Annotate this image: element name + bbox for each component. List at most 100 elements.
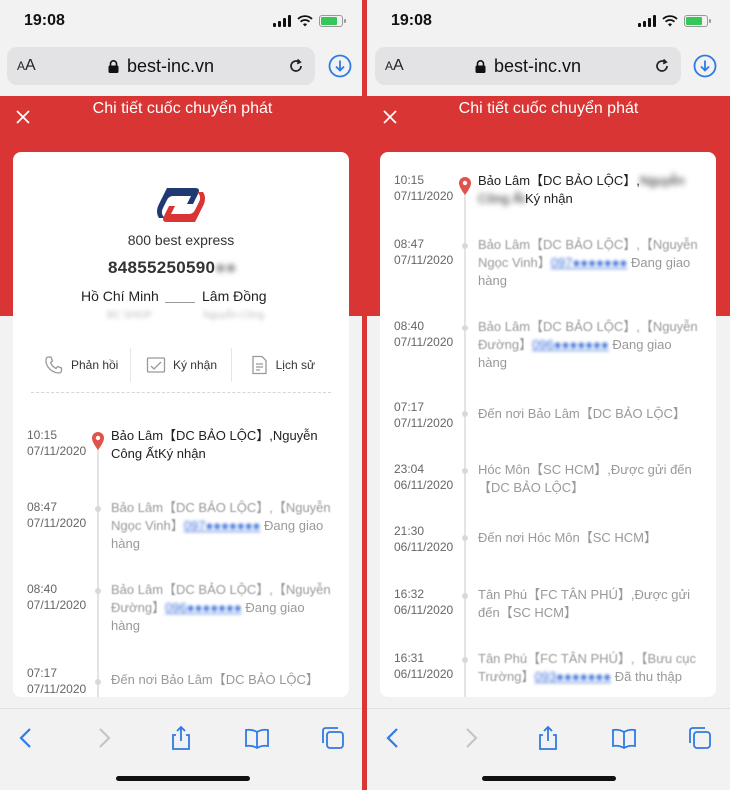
tracking-number-blurred: ●● <box>215 258 237 277</box>
bookmarks-icon[interactable] <box>611 725 637 751</box>
home-indicator[interactable] <box>481 776 616 781</box>
event-datetime: 07:17 07/11/2020 <box>394 399 456 431</box>
event-date: 07/11/2020 <box>394 189 454 203</box>
phone-screen-left: 19:08 AA best-inc.vn Chi tiết cuốc chuyể… <box>0 0 365 790</box>
event-text-main: Bảo Lâm【DC BẢO LỘC】, <box>478 173 640 188</box>
download-icon[interactable] <box>328 54 352 78</box>
event-status: Ký nhận <box>524 191 573 206</box>
event-text: Đến nơi Bảo Lâm【DC BẢO LỘC】 <box>478 406 686 421</box>
event-date: 07/11/2020 <box>394 416 454 430</box>
event-text: Bảo Lâm【DC BẢO LỘC】,【Nguyễn Ngọc Vinh】09… <box>478 236 702 290</box>
bookmarks-icon[interactable] <box>244 725 270 751</box>
phone-link[interactable]: 097●●●●●●● <box>184 518 261 533</box>
status-bar: 19:08 <box>0 0 365 44</box>
event-datetime: 21:30 06/11/2020 <box>394 523 456 555</box>
feedback-label: Phản hồi <box>70 358 119 372</box>
timeline-dot <box>95 506 101 512</box>
timeline-dot <box>95 588 101 594</box>
tabs-icon[interactable] <box>320 725 346 751</box>
event-datetime: 23:04 06/11/2020 <box>394 461 456 493</box>
home-indicator[interactable] <box>115 776 250 781</box>
tracking-number-visible: 84855250590 <box>108 258 216 277</box>
event-text: Hóc Môn【SC HCM】,Được gửi đến 【DC BẢO LỘC… <box>478 462 692 495</box>
event-time: 08:40 <box>394 319 425 333</box>
timeline-dot <box>462 468 468 474</box>
route-destination: Lâm Đồng <box>202 288 267 304</box>
url-display[interactable]: best-inc.vn <box>375 56 681 77</box>
location-pin-icon <box>92 432 104 450</box>
status-time: 19:08 <box>24 12 65 29</box>
reload-icon[interactable] <box>653 57 671 75</box>
cellular-signal-icon <box>638 15 656 27</box>
phone-link[interactable]: 096●●●●●●● <box>165 600 242 615</box>
event-time: 16:32 <box>394 587 425 601</box>
back-icon[interactable] <box>381 725 407 751</box>
event-date: 07/11/2020 <box>27 516 87 530</box>
shipment-history-card: 10:15 07/11/2020 Bảo Lâm【DC BẢO LỘC】,Nguy… <box>380 152 716 697</box>
timeline-dot <box>462 593 468 599</box>
battery-icon <box>684 15 711 27</box>
battery-icon <box>319 15 346 27</box>
feedback-button[interactable]: Phản hồi <box>31 348 132 382</box>
event-text: Tân Phú【FC TÂN PHÚ】,Được gửi đến【SC HCM】 <box>478 587 691 620</box>
history-button[interactable]: Lịch sử <box>232 348 331 382</box>
phone-link[interactable]: 096●●●●●●● <box>532 337 609 352</box>
event-datetime: 08:47 07/11/2020 <box>394 236 456 268</box>
timeline-dot <box>95 679 101 685</box>
forward-icon[interactable] <box>90 725 116 751</box>
event-text: Tân Phú【FC TÂN PHÚ】,【Bưu cục Trường】093●… <box>478 650 702 686</box>
tracking-number: 84855250590●● <box>108 258 236 278</box>
event-time: 08:47 <box>27 500 58 514</box>
page-title: Chi tiết cuốc chuyển phát <box>92 100 273 117</box>
event-time: 07:17 <box>394 400 425 414</box>
dashed-divider <box>31 392 331 393</box>
action-bar: Phản hồi Ký nhận Lịch sử <box>31 348 331 382</box>
url-text: best-inc.vn <box>126 56 215 76</box>
event-date: 07/11/2020 <box>394 253 454 267</box>
browser-toolbar <box>367 708 730 790</box>
history-label: Lịch sử <box>275 358 316 372</box>
share-icon[interactable] <box>535 725 561 751</box>
timeline-dot <box>462 657 468 663</box>
phone-icon <box>45 356 63 374</box>
status-bar: 19:08 <box>367 0 730 44</box>
sign-receipt-label: Ký nhận <box>172 358 218 372</box>
event-datetime: 08:47 07/11/2020 <box>27 499 89 531</box>
reload-icon[interactable] <box>287 57 305 75</box>
location-pin-icon <box>459 177 471 195</box>
event-date: 06/11/2020 <box>394 540 454 554</box>
url-display[interactable]: best-inc.vn <box>7 56 315 77</box>
sign-receipt-button[interactable]: Ký nhận <box>131 348 232 382</box>
url-text: best-inc.vn <box>493 56 582 76</box>
event-datetime: 10:15 07/11/2020 <box>394 172 456 204</box>
wifi-icon <box>662 15 678 27</box>
close-icon[interactable] <box>16 110 30 124</box>
lock-icon <box>108 60 119 73</box>
event-time: 10:15 <box>27 428 58 442</box>
event-time: 21:30 <box>394 524 425 538</box>
tabs-icon[interactable] <box>687 725 713 751</box>
phone-link[interactable]: 097●●●●●●● <box>551 255 628 270</box>
route-destination-sub: Nguyễn Công <box>203 310 265 321</box>
forward-icon[interactable] <box>457 725 483 751</box>
event-text: Bảo Lâm【DC BẢO LỘC】,Nguyễn Công ẤtKý nhậ… <box>111 428 318 461</box>
event-date: 07/11/2020 <box>27 598 87 612</box>
event-text: Bảo Lâm【DC BẢO LỘC】,【Nguyễn Đường】096●●●… <box>478 318 702 372</box>
address-bar[interactable]: AA best-inc.vn <box>7 47 315 85</box>
close-icon[interactable] <box>383 110 397 124</box>
event-time: 08:47 <box>394 237 425 251</box>
share-icon[interactable] <box>168 725 194 751</box>
phone-link[interactable]: 093●●●●●●● <box>534 669 611 684</box>
event-time: 07:17 <box>27 666 58 680</box>
event-status: Đã thu thập <box>611 669 682 684</box>
history-icon <box>251 355 267 375</box>
back-icon[interactable] <box>14 725 40 751</box>
event-text: Đến nơi Bảo Lâm【DC BẢO LỘC】 <box>111 672 319 687</box>
event-date: 07/11/2020 <box>27 682 87 696</box>
event-datetime: 08:40 07/11/2020 <box>394 318 456 350</box>
event-date: 06/11/2020 <box>394 667 454 681</box>
address-bar[interactable]: AA best-inc.vn <box>375 47 681 85</box>
download-icon[interactable] <box>693 54 717 78</box>
route-origin: Hồ Chí Minh <box>81 288 159 304</box>
timeline-line <box>97 449 99 697</box>
